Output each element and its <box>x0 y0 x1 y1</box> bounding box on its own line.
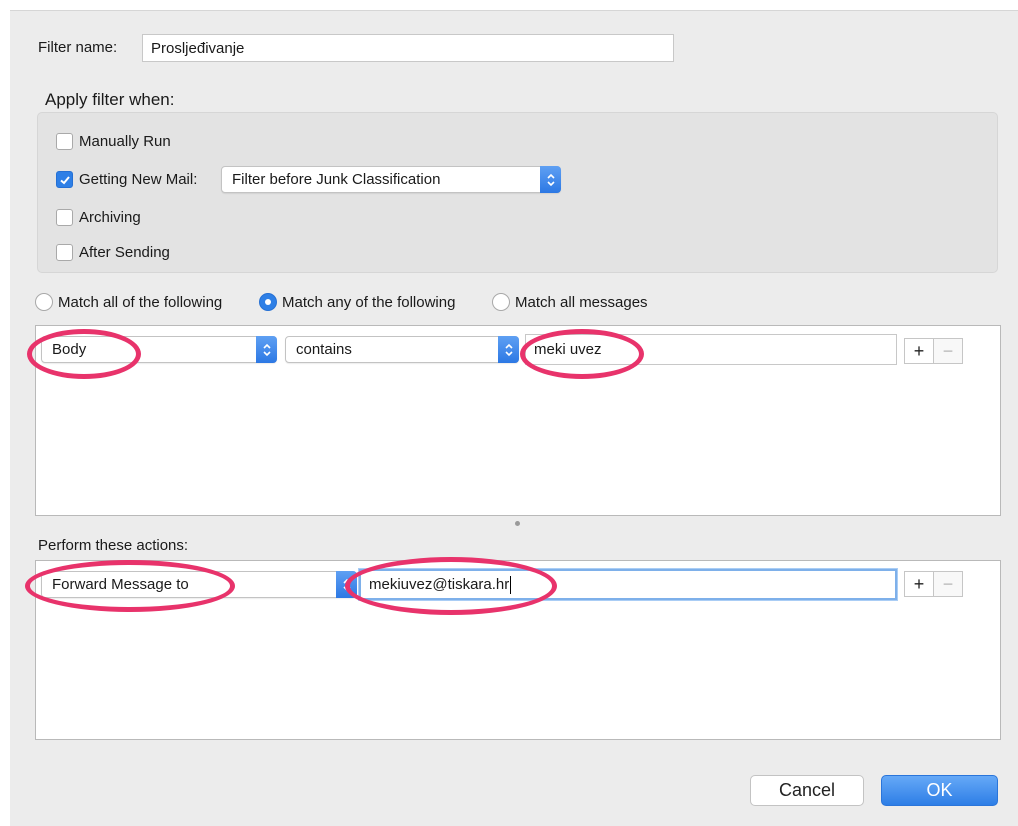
forward-address-text: mekiuvez@tiskara.hr <box>369 576 510 593</box>
action-type-value: Forward Message to <box>52 576 189 593</box>
manually-run-option[interactable]: Manually Run <box>56 133 171 150</box>
after-sending-checkbox[interactable] <box>56 244 73 261</box>
up-down-arrows-icon <box>336 571 357 598</box>
actions-list: Forward Message to mekiuvez@tiskara.hr +… <box>35 560 1001 740</box>
after-sending-label: After Sending <box>79 244 170 261</box>
filter-rules-dialog: Filter name: Prosljeđivanje Apply filter… <box>10 10 1018 826</box>
criteria-add-button[interactable]: + <box>904 338 934 364</box>
criteria-operator-select[interactable]: contains <box>285 336 519 363</box>
archiving-checkbox[interactable] <box>56 209 73 226</box>
match-all-messages-label: Match all messages <box>515 293 648 311</box>
filter-name-label: Filter name: <box>38 39 118 56</box>
junk-classification-select[interactable]: Filter before Junk Classification <box>221 166 561 193</box>
filter-name-input[interactable]: Prosljeđivanje <box>142 34 674 62</box>
criteria-remove-button[interactable]: − <box>933 338 963 364</box>
match-any-option[interactable]: Match any of the following <box>259 293 455 311</box>
up-down-arrows-icon <box>256 336 277 363</box>
splitter-handle[interactable] <box>515 521 520 526</box>
after-sending-option[interactable]: After Sending <box>56 244 170 261</box>
criteria-value-input[interactable]: meki uvez <box>525 334 897 365</box>
up-down-arrows-icon <box>498 336 519 363</box>
match-any-radio[interactable] <box>259 293 277 311</box>
archiving-label: Archiving <box>79 209 141 226</box>
text-caret <box>510 575 512 594</box>
getting-new-mail-option[interactable]: Getting New Mail: <box>56 171 197 188</box>
match-any-label: Match any of the following <box>282 293 456 311</box>
match-all-messages-option[interactable]: Match all messages <box>492 293 648 311</box>
getting-new-mail-label: Getting New Mail: <box>79 171 198 188</box>
forward-address-input[interactable]: mekiuvez@tiskara.hr <box>359 569 897 600</box>
criteria-field-value: Body <box>52 341 87 358</box>
apply-filter-heading: Apply filter when: <box>45 90 175 109</box>
manually-run-label: Manually Run <box>79 133 171 150</box>
ok-button[interactable]: OK <box>881 775 998 806</box>
filter-name-value: Prosljeđivanje <box>151 39 245 57</box>
action-remove-button[interactable]: − <box>933 571 963 597</box>
action-add-button[interactable]: + <box>904 571 934 597</box>
criteria-value-text: meki uvez <box>534 341 602 358</box>
criteria-field-select[interactable]: Body <box>41 336 277 363</box>
checkmark-icon <box>59 175 70 184</box>
archiving-option[interactable]: Archiving <box>56 209 141 226</box>
match-all-radio[interactable] <box>35 293 53 311</box>
up-down-arrows-icon <box>540 166 561 193</box>
junk-classification-value: Filter before Junk Classification <box>232 171 441 188</box>
match-all-messages-radio[interactable] <box>492 293 510 311</box>
getting-new-mail-checkbox[interactable] <box>56 171 73 188</box>
criteria-operator-value: contains <box>296 341 352 358</box>
apply-filter-group: Manually Run Getting New Mail: Filter be… <box>37 112 998 273</box>
match-all-label: Match all of the following <box>58 293 223 311</box>
action-type-select[interactable]: Forward Message to <box>41 571 357 598</box>
actions-heading: Perform these actions: <box>38 537 189 554</box>
match-all-option[interactable]: Match all of the following <box>35 293 222 311</box>
manually-run-checkbox[interactable] <box>56 133 73 150</box>
criteria-list: Body contains meki uvez + − <box>35 325 1001 516</box>
cancel-button[interactable]: Cancel <box>750 775 864 806</box>
